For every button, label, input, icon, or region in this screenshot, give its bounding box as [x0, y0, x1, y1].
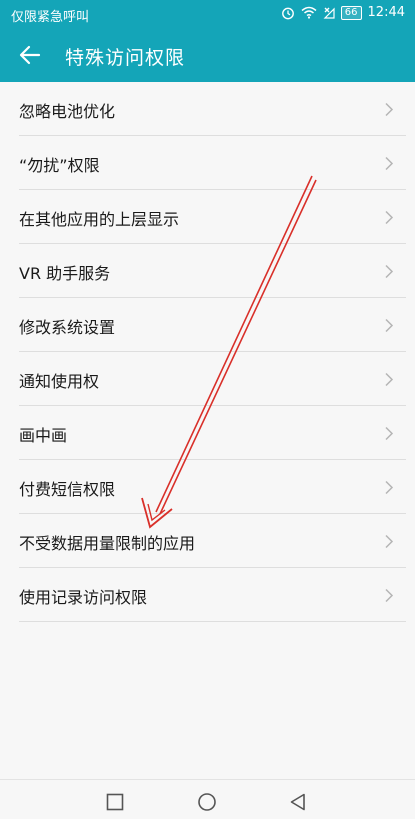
back-triangle-icon[interactable] — [288, 792, 308, 812]
arrow-left-icon — [19, 45, 41, 65]
recent-apps-icon[interactable] — [105, 792, 125, 812]
chevron-right-icon — [385, 534, 394, 549]
chevron-right-icon — [385, 588, 394, 603]
no-signal-icon — [323, 6, 335, 19]
chevron-right-icon — [385, 210, 394, 225]
chevron-right-icon — [385, 372, 394, 387]
settings-list: 忽略电池优化 “勿扰”权限 在其他应用的上层显示 VR 助手服务 修改系统设置 … — [0, 82, 415, 622]
item-label: 忽略电池优化 — [19, 102, 116, 121]
list-item-vr-helper-services[interactable]: VR 助手服务 — [0, 244, 415, 298]
battery-icon: 66 — [340, 5, 362, 20]
list-item-unrestricted-data-apps[interactable]: 不受数据用量限制的应用 — [0, 514, 415, 568]
list-item-premium-sms-access[interactable]: 付费短信权限 — [0, 460, 415, 514]
title-bar: 特殊访问权限 — [0, 28, 415, 82]
item-label: VR 助手服务 — [19, 264, 111, 283]
back-button[interactable] — [14, 39, 46, 71]
wifi-icon — [301, 6, 317, 19]
status-bar: 仅限紧急呼叫 66 12:44 — [0, 0, 415, 28]
chevron-right-icon — [385, 102, 394, 117]
item-label: 画中画 — [19, 426, 68, 445]
item-label: 使用记录访问权限 — [19, 588, 148, 607]
chevron-right-icon — [385, 318, 394, 333]
item-label: “勿扰”权限 — [19, 156, 100, 175]
navigation-bar — [0, 779, 415, 819]
item-label: 不受数据用量限制的应用 — [19, 534, 196, 553]
list-item-notification-access[interactable]: 通知使用权 — [0, 352, 415, 406]
home-icon[interactable] — [197, 792, 217, 812]
list-item-usage-access[interactable]: 使用记录访问权限 — [0, 568, 415, 622]
list-item-display-over-other-apps[interactable]: 在其他应用的上层显示 — [0, 190, 415, 244]
alarm-icon — [281, 6, 295, 20]
screen: 仅限紧急呼叫 66 12:44 特殊访问权限 忽略电池优化 “勿扰”权限 在其他… — [0, 0, 415, 819]
list-item-do-not-disturb[interactable]: “勿扰”权限 — [0, 136, 415, 190]
list-item-picture-in-picture[interactable]: 画中画 — [0, 406, 415, 460]
status-icons: 66 12:44 — [281, 5, 405, 20]
item-label: 修改系统设置 — [19, 318, 116, 337]
item-label: 在其他应用的上层显示 — [19, 210, 180, 229]
chevron-right-icon — [385, 426, 394, 441]
chevron-right-icon — [385, 156, 394, 171]
carrier-text: 仅限紧急呼叫 — [11, 10, 90, 25]
clock-time: 12:44 — [367, 5, 405, 20]
chevron-right-icon — [385, 264, 394, 279]
chevron-right-icon — [385, 480, 394, 495]
list-item-ignore-battery-optimization[interactable]: 忽略电池优化 — [0, 82, 415, 136]
page-title: 特殊访问权限 — [65, 47, 186, 69]
item-label: 付费短信权限 — [19, 480, 116, 499]
item-label: 通知使用权 — [19, 372, 100, 391]
list-item-modify-system-settings[interactable]: 修改系统设置 — [0, 298, 415, 352]
